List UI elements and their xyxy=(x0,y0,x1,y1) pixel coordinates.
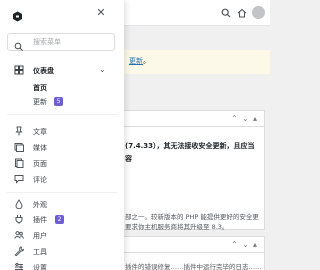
collapse-icon[interactable]: ▴ xyxy=(253,114,257,123)
menu-item-label: 文章 xyxy=(33,128,47,136)
menu-item-posts[interactable]: 文章 xyxy=(0,124,124,138)
appearance-icon xyxy=(14,199,24,209)
menu-item-label: 插件 xyxy=(33,216,47,224)
menu-divider xyxy=(7,192,117,193)
dashboard-icon xyxy=(14,65,24,75)
update-notice: 更新。 xyxy=(120,50,270,74)
menu-item-label: 仪表盘 xyxy=(33,67,54,75)
card-header: ⌃ ⌄ ▴ xyxy=(121,111,264,127)
site-health-card: ⌃ ⌄ ▴ 插件的错误修复……插件中运行完毕的日志…… xyxy=(120,236,265,270)
pin-icon xyxy=(14,126,24,136)
menu-item-appearance[interactable]: 外观 xyxy=(0,197,124,211)
move-up-icon[interactable]: ⌃ xyxy=(231,114,238,123)
avatar[interactable] xyxy=(252,6,265,19)
php-warning-card: ⌃ ⌄ ▴ (7.4.33），其无法接收安全更新，且应当 容 部之一。较新版本的… xyxy=(120,110,265,231)
menu-item-label: 评论 xyxy=(33,176,47,184)
menu-search-input[interactable]: 搜索菜单 xyxy=(7,33,115,51)
menu-item-label: 工具 xyxy=(33,248,47,256)
settings-icon xyxy=(14,262,24,270)
collapse-icon[interactable]: ▴ xyxy=(253,240,257,249)
card-header: ⌃ ⌄ ▴ xyxy=(121,237,264,253)
tools-icon xyxy=(14,246,24,256)
updates-count-badge: 5 xyxy=(54,97,63,106)
search-icon[interactable] xyxy=(219,6,233,20)
site-logo-icon[interactable] xyxy=(12,7,23,22)
submenu-item-label: 更新 xyxy=(33,98,47,106)
menu-item-label: 外观 xyxy=(33,201,47,209)
menu-item-comments[interactable]: 评论 xyxy=(0,172,124,186)
menu-item-label: 设置 xyxy=(33,264,47,270)
chevron-down-icon[interactable]: ⌄ xyxy=(99,65,106,74)
submenu-item-updates[interactable]: 更新 5 xyxy=(0,94,124,108)
search-placeholder: 搜索菜单 xyxy=(33,38,61,46)
menu-item-settings[interactable]: 设置 xyxy=(0,260,124,270)
search-icon xyxy=(14,37,24,51)
admin-menu-drawer: ✕ 搜索菜单 仪表盘 ⌄ 首页 更新 5 文章 媒体 页面 评论 外观 插件 2… xyxy=(0,0,124,270)
comment-icon xyxy=(14,174,24,184)
move-down-icon[interactable]: ⌄ xyxy=(242,114,249,123)
menu-item-dashboard[interactable]: 仪表盘 ⌄ xyxy=(0,63,124,77)
media-icon xyxy=(14,142,24,152)
menu-item-label: 页面 xyxy=(33,160,47,168)
menu-item-pages[interactable]: 页面 xyxy=(0,156,124,170)
menu-item-label: 媒体 xyxy=(33,144,47,152)
plugins-count-badge: 2 xyxy=(55,215,64,224)
plugin-icon xyxy=(14,214,24,224)
move-up-icon[interactable]: ⌃ xyxy=(231,240,238,249)
close-icon[interactable]: ✕ xyxy=(94,5,108,19)
card-line-3: 要求你主机服务商将其升级至 8.3。 xyxy=(125,223,229,231)
menu-item-label: 用户 xyxy=(33,232,47,240)
card-line-2: 部之一。较新版本的 PHP 能提供更好的安全更 xyxy=(125,213,259,221)
menu-item-tools[interactable]: 工具 xyxy=(0,244,124,258)
page-icon xyxy=(14,158,24,168)
home-icon[interactable] xyxy=(235,6,249,20)
notice-end: 。 xyxy=(143,57,150,65)
move-down-icon[interactable]: ⌄ xyxy=(242,240,249,249)
card-line: 插件的错误修复……插件中运行完毕的日志…… xyxy=(125,263,262,270)
menu-item-plugins[interactable]: 插件 2 xyxy=(0,212,124,226)
menu-item-users[interactable]: 用户 xyxy=(0,228,124,242)
users-icon xyxy=(14,230,24,240)
menu-item-media[interactable]: 媒体 xyxy=(0,140,124,154)
menu-divider xyxy=(7,114,117,115)
submenu-item-home[interactable]: 首页 xyxy=(33,83,47,93)
card-line-1: (7.4.33），其无法接收安全更新，且应当 xyxy=(125,142,255,150)
card-line-1b: 容 xyxy=(125,155,132,163)
notice-link[interactable]: 更新 xyxy=(129,57,143,65)
